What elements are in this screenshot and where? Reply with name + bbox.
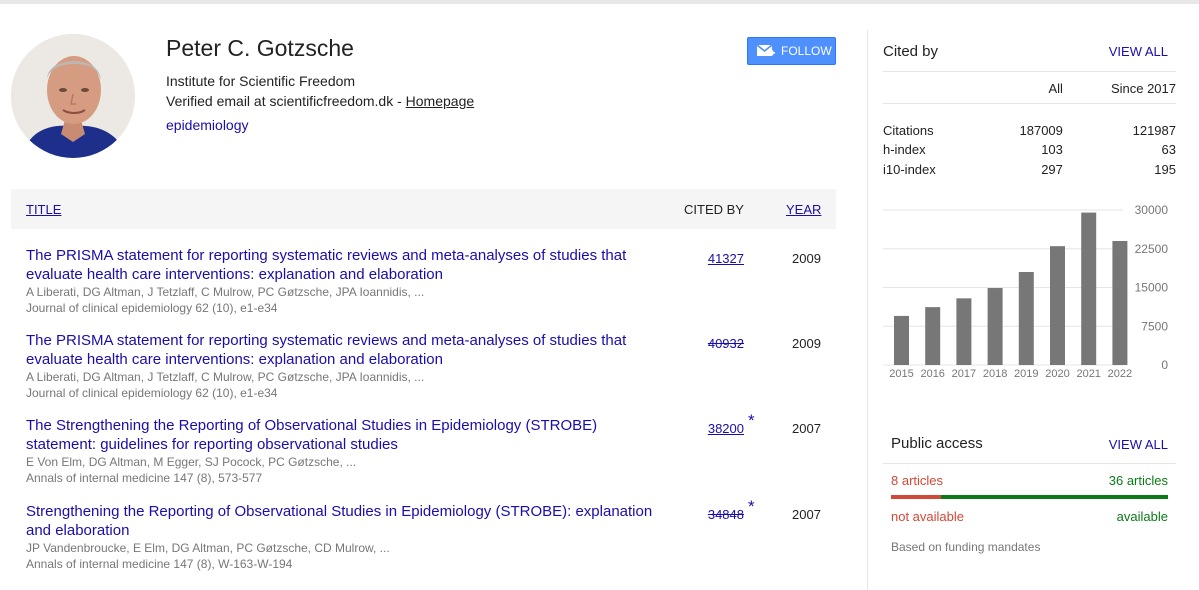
chart-bar-2015[interactable] [894,315,909,365]
divider [883,103,1176,104]
article-title-link[interactable]: The Strengthening the Reporting of Obser… [26,416,656,454]
public-access-view-all-link[interactable]: VIEW ALL [1109,437,1168,452]
article-cited-by-link[interactable]: 38200 [679,421,744,436]
profile-affiliation: Institute for Scientific Freedom [166,73,356,89]
divider [883,463,1176,464]
article-year: 2007 [792,421,821,436]
stat-all: 297 [1041,161,1063,177]
chart-y-tick-label: 0 [1161,358,1168,372]
public-access-bar [891,495,1168,499]
merged-citations-star-icon[interactable]: * [748,411,755,431]
article-title-link[interactable]: The PRISMA statement for reporting syste… [26,331,656,369]
top-border [0,0,1199,4]
available-label: available [1116,509,1168,524]
article-cited-by-link[interactable]: 41327 [679,251,744,266]
profile-name: Peter C. Gotzsche [166,35,354,61]
chart-bar-2017[interactable] [956,298,972,365]
article-cited-by-link-merged[interactable]: 40932 [679,336,744,351]
chart-x-tick-label: 2015 [889,368,913,380]
merged-citations-star-icon[interactable]: * [748,497,755,517]
article-title-link[interactable]: The PRISMA statement for reporting syste… [26,246,656,284]
cited-by-view-all-link[interactable]: VIEW ALL [1109,44,1168,59]
chart-bar-2016[interactable] [925,307,941,365]
chart-x-tick-label: 2016 [920,368,944,380]
verified-email-text: Verified email at scientificfreedom.dk - [166,93,406,109]
cited-by-header: Cited by VIEW ALL [883,43,1176,73]
citation-stats-table: All Since 2017 Citations 187009 121987 h… [883,79,1176,179]
article-cited-by-link-merged[interactable]: 34848 [679,507,744,522]
stat-all: 187009 [1019,122,1063,138]
profile-photo-image [11,34,135,158]
sidebar-divider [867,30,868,590]
article-row: The Strengthening the Reporting of Obser… [26,411,836,486]
chart-x-tick-label: 2019 [1014,368,1038,380]
follow-button[interactable]: FOLLOW [747,37,836,65]
chart-y-tick-label: 7500 [1141,319,1168,333]
not-available-label: not available [891,509,964,524]
citations-per-year-chart: 30000 22500 15000 7500 0 2015 2016 2017 2018 2019… [883,203,1169,380]
homepage-link[interactable]: Homepage [406,93,475,109]
article-row: Strengthening the Reporting of Observati… [26,497,836,572]
sort-by-title[interactable]: TITLE [26,202,61,217]
chart-bar-2022[interactable] [1112,241,1128,365]
interest-link-epidemiology[interactable]: epidemiology [166,117,249,133]
article-year: 2009 [792,251,821,266]
cited-by-title: Cited by [883,43,939,60]
chart-bar-2021[interactable] [1081,212,1097,365]
stats-col-since: Since 2017 [1110,81,1176,97]
article-row: The PRISMA statement for reporting syste… [26,331,836,401]
divider [883,71,1176,72]
article-authors: A Liberati, DG Altman, J Tetzlaff, C Mul… [26,285,425,299]
mail-plus-icon [757,44,775,58]
article-authors: E Von Elm, DG Altman, M Egger, SJ Pocock… [26,455,357,469]
article-authors: JP Vandenbroucke, E Elm, DG Altman, PC G… [26,541,390,555]
chart-y-tick-label: 30000 [1135,203,1169,217]
stat-label: Citations [883,122,934,138]
article-venue: Annals of internal medicine 147 (8), 573… [26,471,263,485]
stat-all: 103 [1041,142,1063,158]
article-venue: Annals of internal medicine 147 (8), W-1… [26,557,293,571]
not-available-segment [891,495,942,499]
public-access-title: Public access [891,435,983,452]
cited-by-column-header: CITED BY [684,202,744,217]
chart-x-tick-label: 2018 [983,368,1007,380]
chart-y-tick-label: 22500 [1135,242,1169,256]
chart-y-tick-label: 15000 [1135,281,1169,295]
public-access-header: Public access VIEW ALL [883,435,1176,465]
available-count-link[interactable]: 36 articles [1109,473,1168,488]
chart-bar-2020[interactable] [1050,246,1065,365]
articles-table-header: TITLE CITED BY YEAR [11,189,836,229]
chart-bar-2018[interactable] [987,288,1003,365]
profile-email: Verified email at scientificfreedom.dk -… [166,93,474,109]
stat-label: h-index [883,142,926,158]
chart-x-tick-label: 2020 [1045,368,1069,380]
stat-since: 121987 [1132,122,1176,138]
article-authors: A Liberati, DG Altman, J Tetzlaff, C Mul… [26,370,425,384]
stats-col-all: All [1048,81,1063,97]
article-title-link[interactable]: Strengthening the Reporting of Observati… [26,502,656,540]
chart-bar-2019[interactable] [1018,272,1034,365]
article-venue: Journal of clinical epidemiology 62 (10)… [26,301,278,315]
stat-since: 63 [1161,142,1176,158]
funding-mandates-note: Based on funding mandates [891,540,1041,554]
sort-by-year[interactable]: YEAR [786,202,821,217]
follow-label: FOLLOW [781,44,832,58]
article-year: 2007 [792,507,821,522]
article-year: 2009 [792,336,821,351]
stat-since: 195 [1154,161,1176,177]
chart-x-tick-label: 2017 [952,368,976,380]
article-venue: Journal of clinical epidemiology 62 (10)… [26,386,278,400]
chart-x-tick-label: 2021 [1076,368,1100,380]
available-segment [941,495,1168,499]
chart-x-tick-label: 2022 [1108,368,1132,380]
stat-label: i10-index [883,161,936,177]
not-available-count-link[interactable]: 8 articles [891,473,943,488]
article-row: The PRISMA statement for reporting syste… [26,246,836,316]
profile-photo [11,34,135,158]
